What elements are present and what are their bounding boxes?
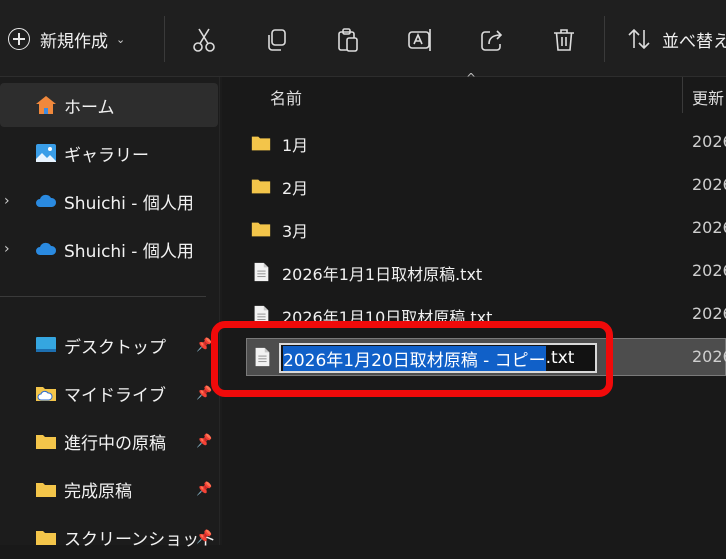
column-header: ^ 名前 更新日時 — [222, 71, 726, 113]
file-name: 3月 — [282, 222, 309, 241]
onedrive-icon — [36, 242, 57, 255]
file-date: 2026 — [692, 304, 726, 323]
sidebar-item-completed[interactable]: 完成原稿 📌 — [0, 467, 218, 511]
sidebar-item-in-progress[interactable]: 進行中の原稿 📌 — [0, 419, 218, 463]
sort-button-label: 並べ替え — [662, 31, 726, 52]
gallery-icon — [36, 144, 56, 162]
file-name: 2月 — [282, 179, 309, 198]
toolbar-divider — [604, 16, 605, 62]
text-file-icon — [254, 262, 269, 282]
highlight-annotation — [211, 321, 613, 397]
chevron-down-icon: ⌄ — [116, 32, 126, 46]
toolbar-divider — [164, 16, 165, 62]
column-divider[interactable] — [682, 77, 683, 113]
sidebar-item-onedrive-1[interactable]: › Shuichi - 個人用 — [0, 179, 218, 223]
share-icon[interactable] — [478, 26, 506, 54]
file-date: 2026 — [692, 175, 726, 194]
sidebar-item-desktop[interactable]: デスクトップ 📌 — [0, 323, 218, 367]
cut-icon[interactable] — [190, 26, 218, 54]
list-item[interactable]: 3月 2026 — [246, 209, 726, 249]
onedrive-icon — [36, 194, 57, 207]
folder-icon — [251, 136, 271, 151]
plus-icon — [8, 28, 30, 50]
file-name: 1月 — [282, 136, 309, 155]
sidebar-item-label: ホーム — [64, 97, 115, 118]
pin-icon[interactable]: 📌 — [196, 386, 212, 401]
folder-icon — [251, 179, 271, 194]
sidebar-item-screenshots[interactable]: スクリーンショット 📌 — [0, 515, 218, 559]
sort-button[interactable]: 並べ替え — [626, 26, 726, 52]
sidebar-item-label: Shuichi - 個人用 — [64, 241, 194, 262]
sort-icon — [628, 28, 650, 50]
sort-ascending-icon: ^ — [466, 71, 477, 85]
sidebar-item-home[interactable]: ホーム — [0, 83, 218, 127]
rename-icon[interactable] — [406, 26, 434, 54]
home-icon — [36, 96, 56, 114]
list-item[interactable]: 2026年1月1日取材原稿.txt 2026 — [246, 252, 726, 292]
sidebar-item-onedrive-2[interactable]: › Shuichi - 個人用 — [0, 227, 218, 271]
sidebar-item-label: 完成原稿 — [64, 481, 132, 502]
folder-icon — [36, 435, 56, 449]
sidebar-item-label: デスクトップ — [64, 337, 166, 358]
folder-icon — [36, 483, 56, 497]
command-bar: 新規作成 ⌄ 並べ替え — [0, 0, 726, 77]
pin-icon[interactable]: 📌 — [196, 338, 212, 353]
sidebar-item-label: マイドライブ — [64, 385, 166, 406]
pin-icon[interactable]: 📌 — [196, 530, 212, 545]
navigation-pane: ホーム ギャラリー › Shuichi - 個人用 › Shuichi - 個人… — [0, 77, 222, 550]
file-date: 2026 — [692, 218, 726, 237]
sidebar-item-my-drive[interactable]: マイドライブ 📌 — [0, 371, 218, 415]
file-date: 2026 — [692, 132, 726, 151]
file-list: ^ 名前 更新日時 1月 2026 2月 2026 3月 2026 2026年1… — [222, 71, 726, 545]
file-date: 2026 — [692, 347, 726, 366]
pin-icon[interactable]: 📌 — [196, 482, 212, 497]
list-item[interactable]: 1月 2026 — [246, 123, 726, 163]
sidebar-item-label: 進行中の原稿 — [64, 433, 166, 454]
column-date-header[interactable]: 更新日時 — [692, 85, 726, 109]
folder-icon — [36, 531, 56, 545]
new-button[interactable]: 新規作成 ⌄ — [8, 24, 125, 54]
paste-icon[interactable] — [334, 26, 362, 54]
copy-icon[interactable] — [262, 26, 290, 54]
sidebar-item-label: スクリーンショット — [64, 529, 217, 550]
delete-icon[interactable] — [550, 26, 578, 54]
column-name-header[interactable]: 名前 — [270, 85, 302, 109]
sidebar-item-label: ギャラリー — [64, 145, 149, 166]
sidebar-item-label: Shuichi - 個人用 — [64, 193, 194, 214]
file-name: 2026年1月1日取材原稿.txt — [282, 265, 483, 284]
folder-icon — [251, 222, 271, 237]
desktop-icon — [36, 337, 56, 352]
sidebar-item-gallery[interactable]: ギャラリー — [0, 131, 218, 175]
sidebar-divider — [0, 296, 206, 297]
new-button-label: 新規作成 — [40, 31, 108, 52]
list-item[interactable]: 2月 2026 — [246, 166, 726, 206]
pane-splitter[interactable] — [219, 77, 220, 545]
pin-icon[interactable]: 📌 — [196, 434, 212, 449]
file-date: 2026 — [692, 261, 726, 280]
drive-folder-icon — [36, 387, 56, 401]
chevron-right-icon[interactable]: › — [4, 241, 10, 257]
chevron-right-icon[interactable]: › — [4, 193, 10, 209]
